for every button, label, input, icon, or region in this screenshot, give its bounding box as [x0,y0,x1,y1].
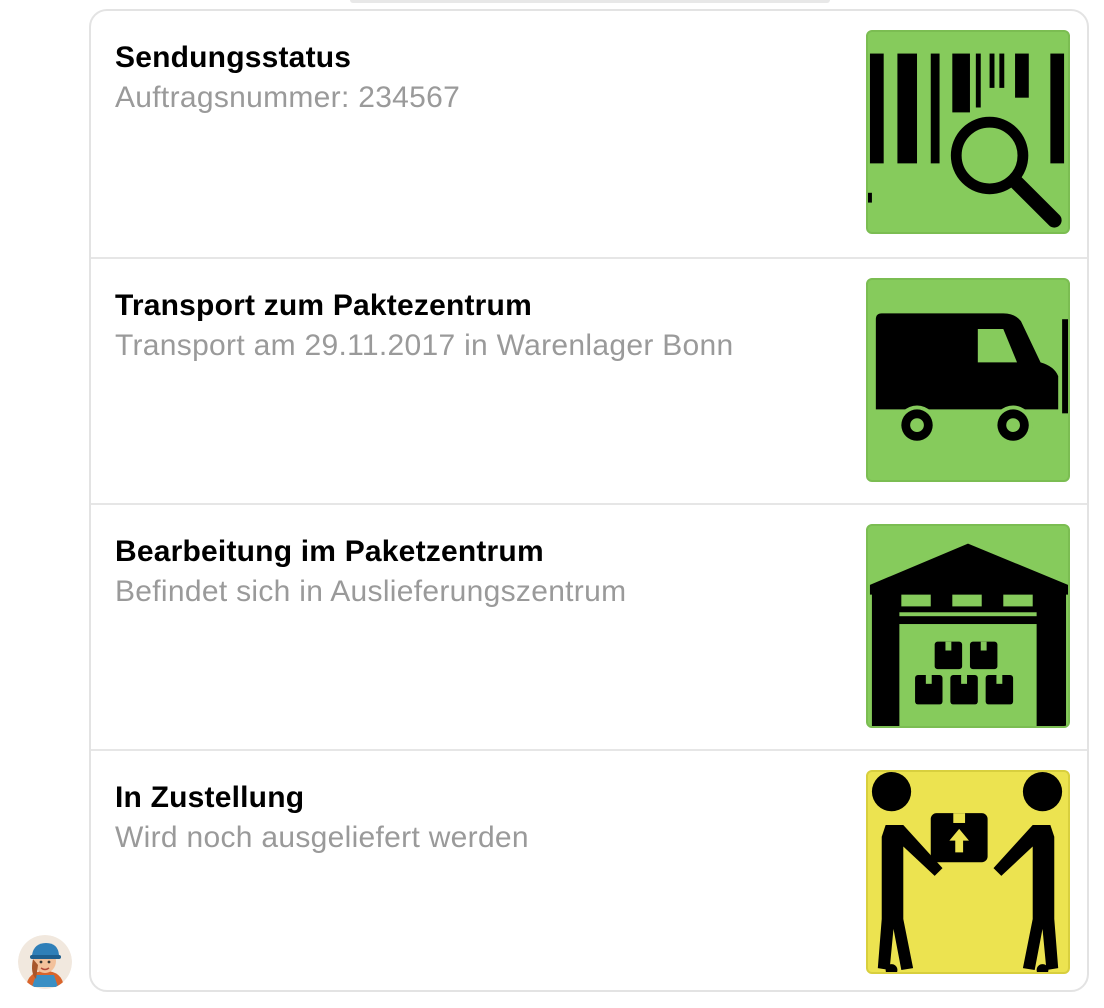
item-subtitle: Auftragsnummer: 234567 [115,81,461,114]
item-title: Sendungsstatus [115,41,352,74]
item-title: Bearbeitung im Paketzentrum [115,535,544,568]
item-title: In Zustellung [115,781,305,814]
package-handover-icon [866,770,1070,974]
chat-view: Sendungsstatus Auftragsnummer: 234567 Tr… [0,0,1104,1008]
delivery-person-avatar-icon[interactable] [18,935,72,989]
warehouse-icon [866,524,1070,728]
list-item-bearbeitung[interactable]: Bearbeitung im Paketzentrum Befindet sic… [91,503,1087,749]
item-subtitle: Wird noch ausgeliefert werden [115,821,529,854]
list-item-sendungsstatus[interactable]: Sendungsstatus Auftragsnummer: 234567 [91,11,1087,257]
delivery-van-icon [866,278,1070,482]
item-title: Transport zum Paktezentrum [115,289,532,322]
tracking-card: Sendungsstatus Auftragsnummer: 234567 Tr… [89,9,1089,992]
list-item-transport[interactable]: Transport zum Paktezentrum Transport am … [91,257,1087,503]
previous-message-edge [350,0,830,3]
list-item-zustellung[interactable]: In Zustellung Wird noch ausgeliefert wer… [91,749,1087,990]
barcode-search-icon [866,30,1070,234]
item-subtitle: Transport am 29.11.2017 in Warenlager Bo… [115,329,734,362]
item-subtitle: Befindet sich in Auslieferungszentrum [115,575,627,608]
